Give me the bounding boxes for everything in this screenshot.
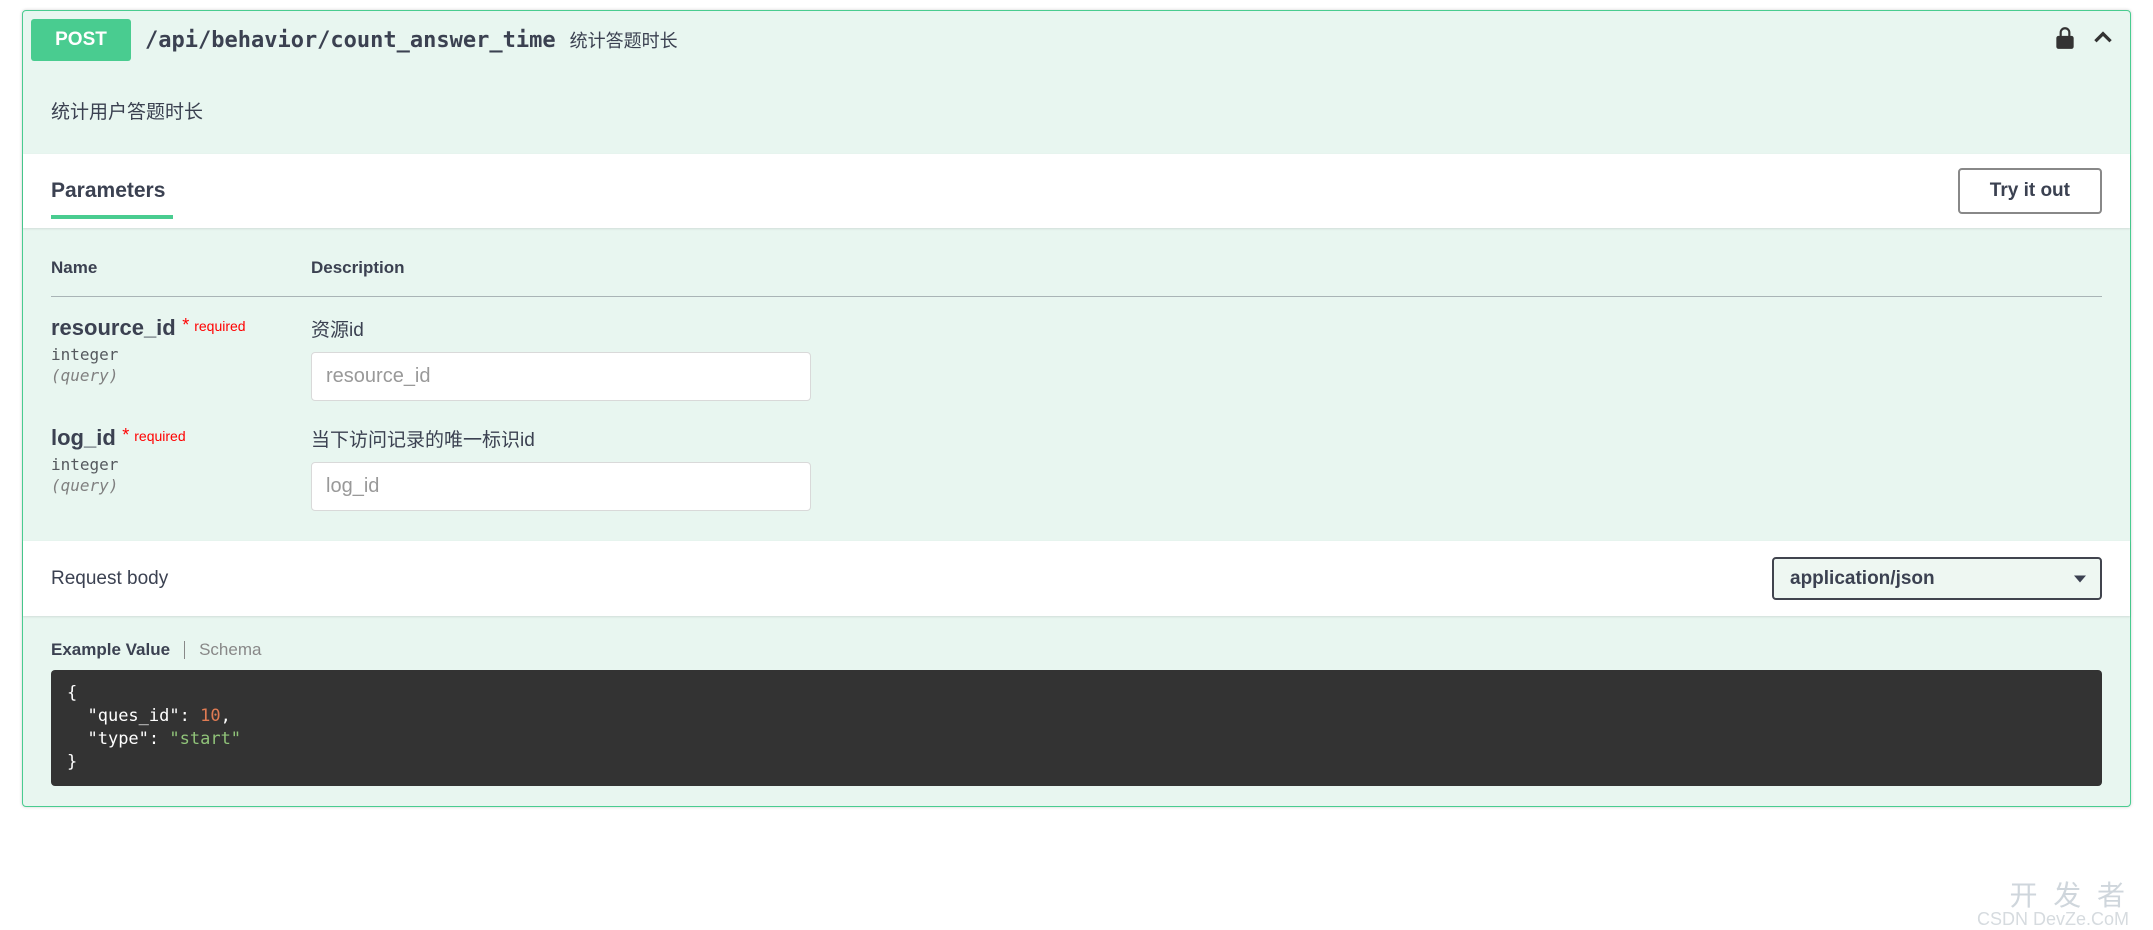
endpoint-summary: 统计答题时长 <box>570 27 678 53</box>
param-required: required <box>120 428 185 444</box>
tab-schema[interactable]: Schema <box>199 640 261 660</box>
column-header-description: Description <box>311 246 2102 297</box>
param-input-log-id[interactable] <box>311 462 811 511</box>
param-in: (query) <box>51 474 311 495</box>
endpoint-description: 统计用户答题时长 <box>23 69 2130 154</box>
param-description: 资源id <box>311 315 2102 342</box>
request-body-header: Request body application/json <box>23 541 2130 616</box>
table-row: resource_id required integer (query) 资源i… <box>51 297 2102 408</box>
request-body-section: Example Value Schema { "ques_id": 10, "t… <box>23 616 2130 806</box>
opblock-summary[interactable]: POST /api/behavior/count_answer_time 统计答… <box>23 11 2130 69</box>
param-in: (query) <box>51 364 311 385</box>
column-header-name: Name <box>51 246 311 297</box>
try-it-out-button[interactable]: Try it out <box>1958 168 2102 214</box>
param-type: integer <box>51 451 311 474</box>
chevron-up-icon[interactable] <box>2090 25 2116 56</box>
opblock-post: POST /api/behavior/count_answer_time 统计答… <box>22 10 2131 807</box>
param-required: required <box>180 318 245 334</box>
param-name: resource_id <box>51 315 176 340</box>
parameters-table: Name Description resource_id required in… <box>23 228 2130 541</box>
param-type: integer <box>51 341 311 364</box>
example-body-code[interactable]: { "ques_id": 10, "type": "start" } <box>51 670 2102 786</box>
watermark: 开 发 者 <box>2009 874 2129 914</box>
tab-example-value[interactable]: Example Value <box>51 640 170 660</box>
request-body-title: Request body <box>51 568 168 590</box>
watermark-secondary: CSDN DevZe.CoM <box>1977 909 2129 930</box>
parameters-header: Parameters Try it out <box>23 154 2130 228</box>
param-description: 当下访问记录的唯一标识id <box>311 425 2102 452</box>
param-input-resource-id[interactable] <box>311 352 811 401</box>
endpoint-path: /api/behavior/count_answer_time <box>131 28 570 53</box>
tab-divider <box>184 641 185 659</box>
param-name: log_id <box>51 425 116 450</box>
method-badge: POST <box>31 19 131 61</box>
tab-parameters[interactable]: Parameters <box>51 179 165 203</box>
table-row: log_id required integer (query) 当下访问记录的唯… <box>51 407 2102 517</box>
lock-icon[interactable] <box>2052 25 2078 56</box>
content-type-select[interactable]: application/json <box>1772 557 2102 600</box>
